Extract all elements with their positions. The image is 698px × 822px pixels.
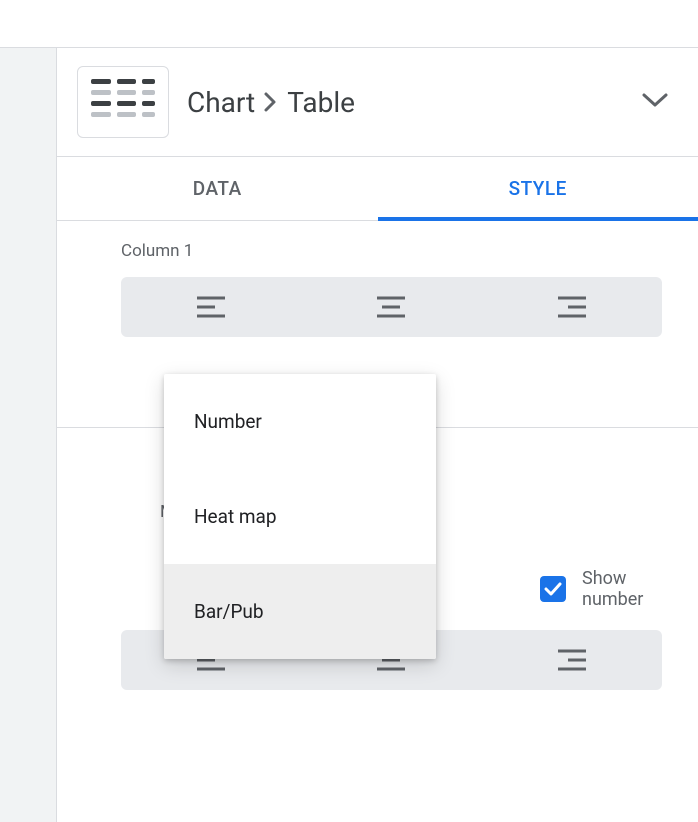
column-type-dropdown: Number Heat map Bar/Pub bbox=[164, 374, 436, 659]
collapse-panel-button[interactable] bbox=[636, 86, 674, 118]
dropdown-option-heatmap[interactable]: Heat map bbox=[164, 469, 436, 564]
align-right-button[interactable] bbox=[482, 277, 662, 337]
column-label: Column 1 bbox=[121, 241, 662, 261]
tabs: DATA STYLE bbox=[57, 157, 698, 221]
tab-style[interactable]: STYLE bbox=[378, 157, 698, 220]
breadcrumb-leaf: Table bbox=[287, 86, 355, 119]
breadcrumb-root: Chart bbox=[187, 86, 255, 119]
breadcrumb: Chart Table bbox=[187, 86, 636, 119]
align-center-button[interactable] bbox=[301, 277, 481, 337]
panel-header: Chart Table bbox=[57, 48, 698, 157]
tab-data[interactable]: DATA bbox=[57, 157, 378, 220]
align-left-button[interactable] bbox=[121, 277, 301, 337]
dropdown-option-barpub[interactable]: Bar/Pub bbox=[164, 564, 436, 659]
dropdown-option-number[interactable]: Number bbox=[164, 374, 436, 469]
chart-type-icon[interactable] bbox=[77, 66, 169, 138]
metric-align-right-button[interactable] bbox=[482, 630, 662, 690]
chevron-right-icon bbox=[263, 90, 279, 114]
alignment-segmented-control bbox=[121, 277, 662, 337]
show-number-checkbox[interactable] bbox=[540, 576, 566, 602]
show-number-label: Show number bbox=[582, 568, 662, 610]
